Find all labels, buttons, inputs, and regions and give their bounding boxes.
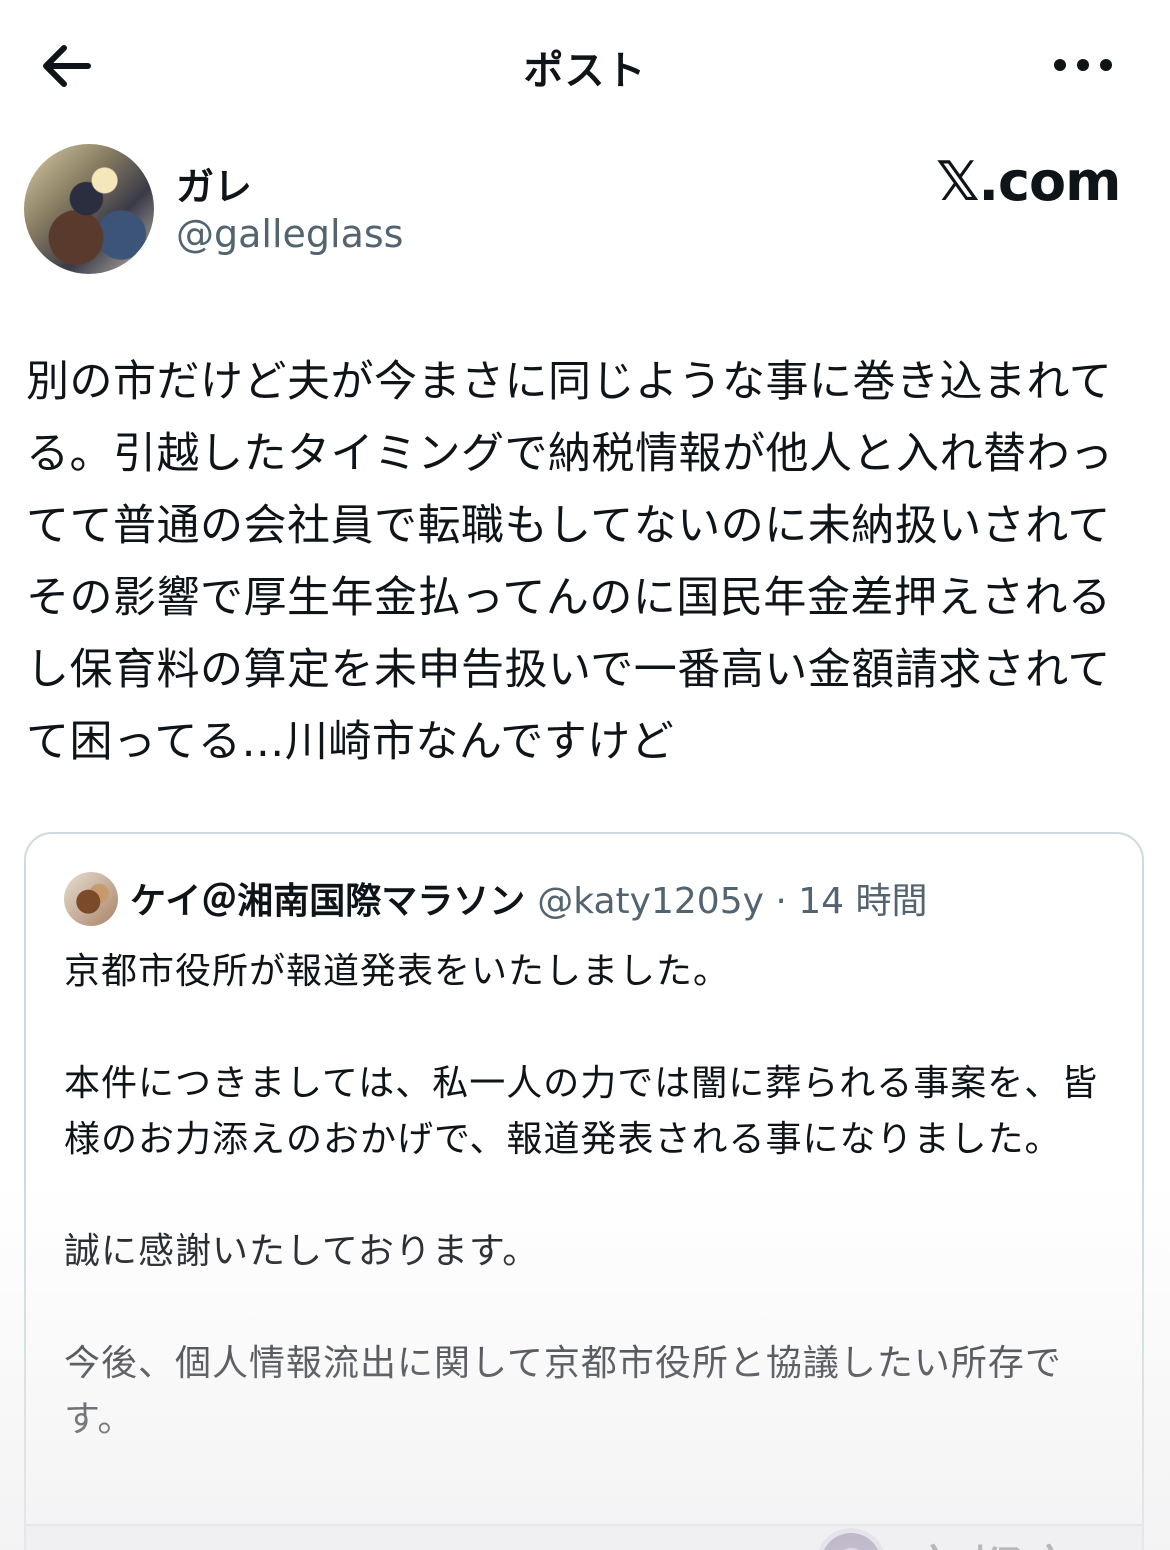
quoted-post-text: 京都市役所が報道発表をいたしました。 本件につきましては、私一人の力では闇に葬ら…: [64, 951, 1099, 1440]
author-avatar[interactable]: [24, 144, 154, 274]
quoted-author-avatar[interactable]: [64, 872, 118, 926]
top-bar: ポスト: [0, 0, 1170, 130]
page-title: ポスト: [523, 48, 647, 94]
x-com-watermark: 𝕏.com: [936, 150, 1121, 213]
quoted-post-image[interactable]: 京都市: [26, 1524, 1142, 1550]
author-handle[interactable]: @galleglass: [176, 212, 403, 256]
more-options-button[interactable]: [1052, 48, 1114, 82]
author-display-name[interactable]: ガレ: [176, 156, 252, 211]
quoted-author-display-name[interactable]: ケイ＠湘南国際マラソン: [130, 881, 525, 922]
more-horizontal-icon: [1054, 59, 1112, 71]
post-text: 別の市だけど夫が今まさに同じような事に巻き込まれてる。引越したタイミングで納税情…: [26, 357, 1114, 767]
quoted-author-handle-time: @katy1205y · 14 時間: [537, 881, 928, 922]
quoted-post-header: ケイ＠湘南国際マラソン @katy1205y · 14 時間: [130, 872, 927, 928]
post-detail-screen: ポスト ガレ @galleglass 𝕏.com 別の市だけど夫が今まさに同じよ…: [0, 0, 1170, 1550]
quoted-post-card[interactable]: ケイ＠湘南国際マラソン @katy1205y · 14 時間 京都市役所が報道発表…: [24, 832, 1144, 1550]
quoted-image-caption: 京都市: [906, 1526, 1080, 1550]
city-emblem-icon: [816, 1528, 886, 1550]
